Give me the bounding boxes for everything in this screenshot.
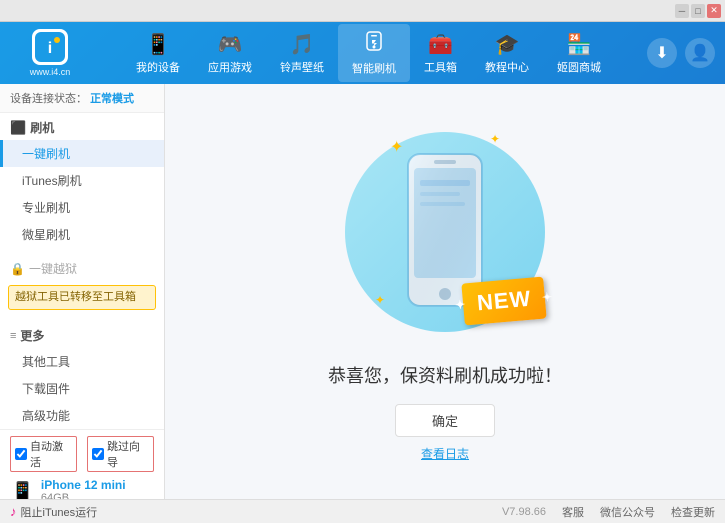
- checkbox-row: 自动激活 跳过向导: [10, 436, 154, 472]
- device-storage: 64GB: [41, 492, 130, 499]
- sparkle-2: ✦: [490, 132, 500, 146]
- nav-items: 📱 我的设备 🎮 应用游戏 🎵 铃声壁纸 智能刷机 🧰 工具箱: [90, 24, 647, 82]
- sidebar: 设备连接状态： 正常模式 ⬛ 刷机 一键刷机 iTunes刷机 专业刷机 微星刷…: [0, 84, 165, 499]
- success-text: 恭喜您，保资料刷机成功啦！: [328, 362, 562, 388]
- sidebar-locked-jailbreak: 🔒 一键越狱: [0, 256, 164, 281]
- tutorial-icon: 🎓: [495, 32, 520, 57]
- device-name: iPhone 12 mini: [41, 478, 130, 492]
- device-phone-icon: 📱: [10, 480, 35, 499]
- checkbox-skip-wizard[interactable]: 跳过向导: [87, 436, 154, 472]
- customer-service-link[interactable]: 客服: [562, 504, 584, 520]
- group-label-flash: 刷机: [30, 119, 54, 136]
- sidebar-item-other-tools[interactable]: 其他工具: [0, 348, 164, 375]
- locked-label: 一键越狱: [29, 260, 77, 277]
- auto-activate-checkbox[interactable]: [15, 448, 27, 460]
- more-label: 更多: [20, 327, 44, 344]
- skip-wizard-checkbox[interactable]: [92, 448, 104, 460]
- sidebar-item-pro[interactable]: 专业刷机: [0, 194, 164, 221]
- flash-icon: [363, 30, 385, 58]
- maximize-btn[interactable]: □: [691, 4, 705, 18]
- status-value: 正常模式: [90, 93, 134, 105]
- status-bar: 设备连接状态： 正常模式: [0, 84, 164, 113]
- device-details: iPhone 12 mini 64GB Down-12mini-13,1: [41, 478, 130, 499]
- group-more: ≡ 更多: [0, 322, 164, 348]
- nav-label-tutorial: 教程中心: [485, 59, 529, 75]
- download-btn[interactable]: ⬇: [647, 38, 677, 68]
- flash-group-icon: ⬛: [10, 120, 26, 136]
- logo[interactable]: i www.i4.cn: [10, 28, 90, 78]
- nav-item-my-device[interactable]: 📱 我的设备: [122, 24, 194, 82]
- sidebar-item-download-firmware[interactable]: 下载固件: [0, 375, 164, 402]
- itunes-label[interactable]: 阻止iTunes运行: [21, 504, 98, 520]
- nav-label-ringtone: 铃声壁纸: [280, 59, 324, 75]
- log-link[interactable]: 查看日志: [421, 445, 469, 462]
- profile-btn[interactable]: 👤: [685, 38, 715, 68]
- nav-label-app: 应用游戏: [208, 59, 252, 75]
- phone-illustration: ✦ ✦ ✦: [335, 122, 555, 342]
- wechat-link[interactable]: 微信公众号: [600, 504, 655, 520]
- itunes-icon: ♪: [10, 504, 17, 519]
- nav-item-ringtone[interactable]: 🎵 铃声壁纸: [266, 24, 338, 82]
- sparkle-1: ✦: [390, 137, 403, 157]
- checkbox-auto-activate[interactable]: 自动激活: [10, 436, 77, 472]
- group-header-flash: ⬛ 刷机: [0, 113, 164, 140]
- nav-label-toolbox: 工具箱: [424, 59, 457, 75]
- bottom-left: ♪ 阻止iTunes运行: [10, 504, 97, 520]
- app-icon: 🎮: [218, 32, 243, 57]
- nav-label-device: 我的设备: [136, 59, 180, 75]
- bottom-bar: ♪ 阻止iTunes运行 V7.98.66 客服 微信公众号 检查更新: [0, 499, 725, 523]
- sidebar-item-itunes[interactable]: iTunes刷机: [0, 167, 164, 194]
- nav-label-shop: 姬圆商城: [557, 59, 601, 75]
- version-label: V7.98.66: [502, 506, 546, 518]
- check-update-link[interactable]: 检查更新: [671, 504, 715, 520]
- nav-item-toolbox[interactable]: 🧰 工具箱: [410, 24, 471, 82]
- top-nav: i www.i4.cn 📱 我的设备 🎮 应用游戏 🎵 铃声壁纸: [0, 22, 725, 84]
- ringtone-icon: 🎵: [290, 32, 315, 57]
- nav-item-app-game[interactable]: 🎮 应用游戏: [194, 24, 266, 82]
- main-content: ✦ ✦ ✦: [165, 84, 725, 499]
- sparkle-3: ✦: [375, 293, 385, 307]
- nav-item-smart-flash[interactable]: 智能刷机: [338, 24, 410, 82]
- nav-item-tutorial[interactable]: 🎓 教程中心: [471, 24, 543, 82]
- logo-text: www.i4.cn: [30, 67, 71, 77]
- main-area: 设备连接状态： 正常模式 ⬛ 刷机 一键刷机 iTunes刷机 专业刷机 微星刷…: [0, 84, 725, 499]
- nav-item-shop[interactable]: 🏪 姬圆商城: [543, 24, 615, 82]
- confirm-button[interactable]: 确定: [395, 404, 495, 437]
- logo-icon: i: [32, 29, 68, 65]
- sidebar-item-micro[interactable]: 微星刷机: [0, 221, 164, 248]
- skip-wizard-label: 跳过向导: [107, 438, 149, 470]
- sidebar-item-advanced[interactable]: 高级功能: [0, 402, 164, 429]
- sidebar-item-onekey[interactable]: 一键刷机: [0, 140, 164, 167]
- sidebar-group-flash: ⬛ 刷机 一键刷机 iTunes刷机 专业刷机 微星刷机: [0, 113, 164, 248]
- svg-text:i: i: [48, 40, 52, 57]
- nav-right: ⬇ 👤: [647, 38, 715, 68]
- bottom-right: V7.98.66 客服 微信公众号 检查更新: [502, 504, 715, 520]
- close-btn[interactable]: ✕: [707, 4, 721, 18]
- shop-icon: 🏪: [567, 32, 592, 57]
- minimize-btn[interactable]: ─: [675, 4, 689, 18]
- sidebar-device-section: 自动激活 跳过向导 📱 iPhone 12 mini 64GB Down-12m…: [0, 429, 164, 499]
- title-bar: ─ □ ✕: [0, 0, 725, 22]
- device-icon: 📱: [146, 32, 171, 57]
- jailbreak-notice: 越狱工具已转移至工具箱: [8, 285, 156, 310]
- new-badge: NEW: [461, 276, 547, 325]
- device-info: 📱 iPhone 12 mini 64GB Down-12mini-13,1: [10, 478, 154, 499]
- more-icon: ≡: [10, 330, 16, 342]
- auto-activate-label: 自动激活: [30, 438, 72, 470]
- nav-label-flash: 智能刷机: [352, 60, 396, 76]
- toolbox-icon: 🧰: [428, 32, 453, 57]
- lock-icon: 🔒: [10, 262, 25, 276]
- status-label: 设备连接状态：: [10, 93, 87, 105]
